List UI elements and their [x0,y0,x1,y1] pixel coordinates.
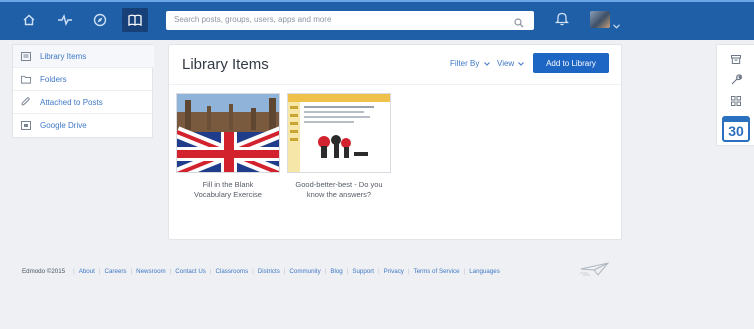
footer-copyright: Edmodo ©2015 [22,267,66,275]
book-icon[interactable] [122,8,148,32]
library-icon [21,51,31,61]
paperclip-icon [21,97,31,107]
drive-icon [21,121,31,131]
footer-link-districts[interactable]: Districts [258,268,280,275]
sidebar-item-google-drive[interactable]: Google Drive [13,114,154,137]
item-thumbnail-worksheet[interactable] [287,93,391,173]
footer-link-support[interactable]: Support [352,268,374,275]
footer-separator: | [346,267,349,275]
search-placeholder: Search posts, groups, users, apps and mo… [174,15,332,24]
compass-icon[interactable] [91,11,109,29]
top-navigation-bar: Search posts, groups, users, apps and mo… [0,0,754,40]
sidebar-item-folders[interactable]: Folders [13,68,154,91]
footer-separator: | [283,267,286,275]
footer-link-newsroom[interactable]: Newsroom [136,268,166,275]
footer-separator: | [463,267,466,275]
chevron-down-icon[interactable] [613,16,620,34]
footer-link-about[interactable]: About [79,268,95,275]
page-title: Library Items [182,56,269,73]
caption-line: Fill in the Blank [202,180,254,189]
footer-separator: | [324,267,327,275]
paper-plane-icon [580,262,612,281]
view-label: View [497,59,515,68]
footer-link-classrooms[interactable]: Classrooms [216,268,249,275]
footer-separator: | [130,267,133,275]
home-icon[interactable] [20,11,38,29]
footer-separator: | [98,267,101,275]
footer-link-terms[interactable]: Terms of Service [414,268,460,275]
item-caption[interactable]: Fill in the Blank Vocabulary Exercise [176,180,280,200]
sidebar-item-label: Attached to Posts [40,97,103,107]
caption-line: Vocabulary Exercise [194,190,262,199]
add-to-library-button[interactable]: Add to Library [533,53,609,73]
footer-link-community[interactable]: Community [289,268,320,275]
library-card: Library Items Filter By View Add to Libr… [168,44,622,240]
library-item[interactable]: Fill in the Blank Vocabulary Exercise [176,93,280,200]
activity-icon[interactable] [56,11,74,29]
footer-separator: | [73,267,75,275]
folder-icon [21,74,31,84]
footer-separator: | [169,267,172,275]
library-item[interactable]: Good-better-best - Do you know the answe… [287,93,391,200]
right-tool-rail: 30 [716,44,754,146]
apps-grid-icon[interactable] [730,95,742,107]
library-sidebar: Library Items Folders Attached to Posts … [12,44,154,138]
sidebar-item-attached-to-posts[interactable]: Attached to Posts [13,91,154,114]
item-thumbnail-london[interactable] [176,93,280,173]
footer-link-contact-us[interactable]: Contact Us [175,268,206,275]
top-accent-line [0,0,754,2]
footer-link-blog[interactable]: Blog [330,268,342,275]
calendar-header [724,118,748,122]
view-dropdown[interactable]: View [497,59,525,68]
chevron-down-icon [483,62,490,66]
footer-link-languages[interactable]: Languages [469,268,500,275]
sidebar-item-label: Folders [40,74,67,84]
caption-line: know the answers? [306,190,372,199]
search-icon[interactable] [514,15,524,33]
sidebar-item-library-items[interactable]: Library Items [13,45,154,68]
calendar-icon[interactable]: 30 [722,116,750,142]
footer-link-careers[interactable]: Careers [104,268,126,275]
calendar-day: 30 [728,123,744,139]
sidebar-item-label: Library Items [40,51,87,61]
item-caption[interactable]: Good-better-best - Do you know the answe… [287,180,391,200]
avatar[interactable] [590,11,610,28]
footer-separator: | [209,267,212,275]
sidebar-item-label: Google Drive [40,121,87,130]
footer-separator: | [377,267,380,275]
filter-label: Filter By [450,59,480,68]
footer-separator: | [407,267,410,275]
footer: Edmodo ©2015 | About | Careers | Newsroo… [22,265,500,277]
search-input[interactable]: Search posts, groups, users, apps and mo… [166,11,534,30]
archive-icon[interactable] [730,53,742,65]
wrench-icon[interactable] [730,73,742,85]
footer-separator: | [252,267,254,275]
bell-icon[interactable] [554,11,570,31]
caption-line: Good-better-best - Do you [295,180,383,189]
filter-dropdown[interactable]: Filter By [450,59,490,68]
divider [169,84,621,85]
chevron-down-icon [518,62,525,66]
footer-link-privacy[interactable]: Privacy [384,268,404,275]
